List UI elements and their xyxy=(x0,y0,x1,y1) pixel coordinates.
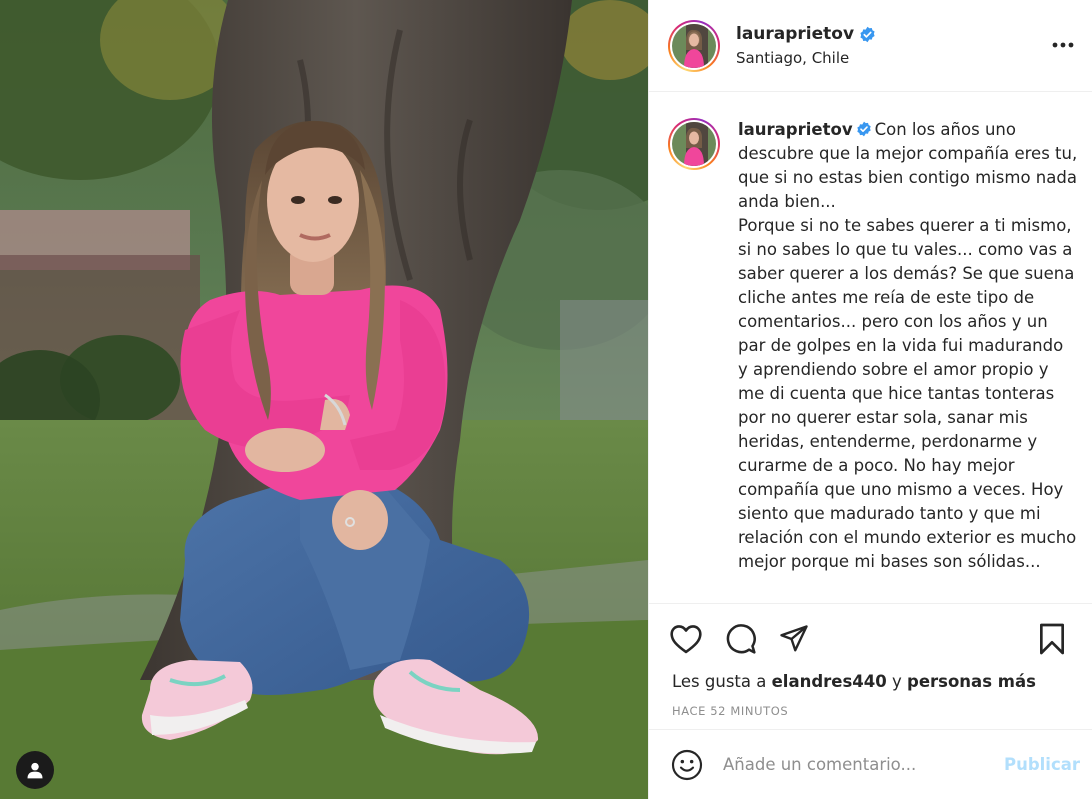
smiley-icon xyxy=(671,749,703,780)
action-bar xyxy=(649,604,1092,668)
caption-text: lauraprietov Con los años uno descubre q… xyxy=(738,118,1078,574)
post-timestamp[interactable]: HACE 52 MINUTOS xyxy=(649,700,1092,722)
paper-plane-icon xyxy=(780,625,808,652)
more-options-button[interactable] xyxy=(1048,30,1078,60)
comment-button[interactable] xyxy=(724,622,758,656)
likes-summary: Les gusta a elandres440 y personas más xyxy=(649,668,1092,696)
caption-username[interactable]: lauraprietov xyxy=(738,120,853,139)
post-photo[interactable] xyxy=(0,0,648,799)
save-button[interactable] xyxy=(1035,622,1069,656)
like-button[interactable] xyxy=(669,622,703,656)
avatar[interactable] xyxy=(668,19,720,72)
bookmark-icon xyxy=(1040,623,1064,655)
user-tag-button[interactable] xyxy=(16,751,54,789)
comment-input[interactable] xyxy=(723,755,1004,774)
post-header: lauraprietov Santiago, Chile xyxy=(649,0,1092,92)
caption-avatar-image xyxy=(672,122,716,166)
caption-verified-badge-icon xyxy=(856,121,871,137)
caption-avatar[interactable] xyxy=(668,118,720,170)
likes-user-link[interactable]: elandres440 xyxy=(772,672,887,691)
avatar-image xyxy=(672,23,716,68)
caption: lauraprietov Con los años uno descubre q… xyxy=(668,118,1078,574)
heart-icon xyxy=(670,625,702,654)
publish-button[interactable]: Publicar xyxy=(1004,755,1080,774)
comment-bubble-icon xyxy=(726,624,756,654)
likes-prefix: Les gusta a xyxy=(672,672,767,691)
user-tag-icon xyxy=(27,762,43,779)
verified-badge-icon xyxy=(860,26,875,42)
share-button[interactable] xyxy=(777,622,811,656)
comments-section[interactable]: lauraprietov Con los años uno descubre q… xyxy=(649,92,1092,604)
post-side-panel: lauraprietov Santiago, Chile lauraprieto… xyxy=(648,0,1092,799)
emoji-button[interactable] xyxy=(670,748,704,782)
likes-joiner: y xyxy=(892,672,902,691)
post-location[interactable]: Santiago, Chile xyxy=(736,49,876,67)
more-options-icon xyxy=(1052,42,1074,48)
header-username[interactable]: lauraprietov xyxy=(736,24,854,44)
caption-body: Con los años uno descubre que la mejor c… xyxy=(738,120,1078,571)
add-comment-bar: Publicar xyxy=(649,729,1092,799)
post-photo-scene xyxy=(0,0,648,799)
likes-others-link[interactable]: personas más xyxy=(907,672,1036,691)
instagram-post: lauraprietov Santiago, Chile lauraprieto… xyxy=(0,0,1092,799)
